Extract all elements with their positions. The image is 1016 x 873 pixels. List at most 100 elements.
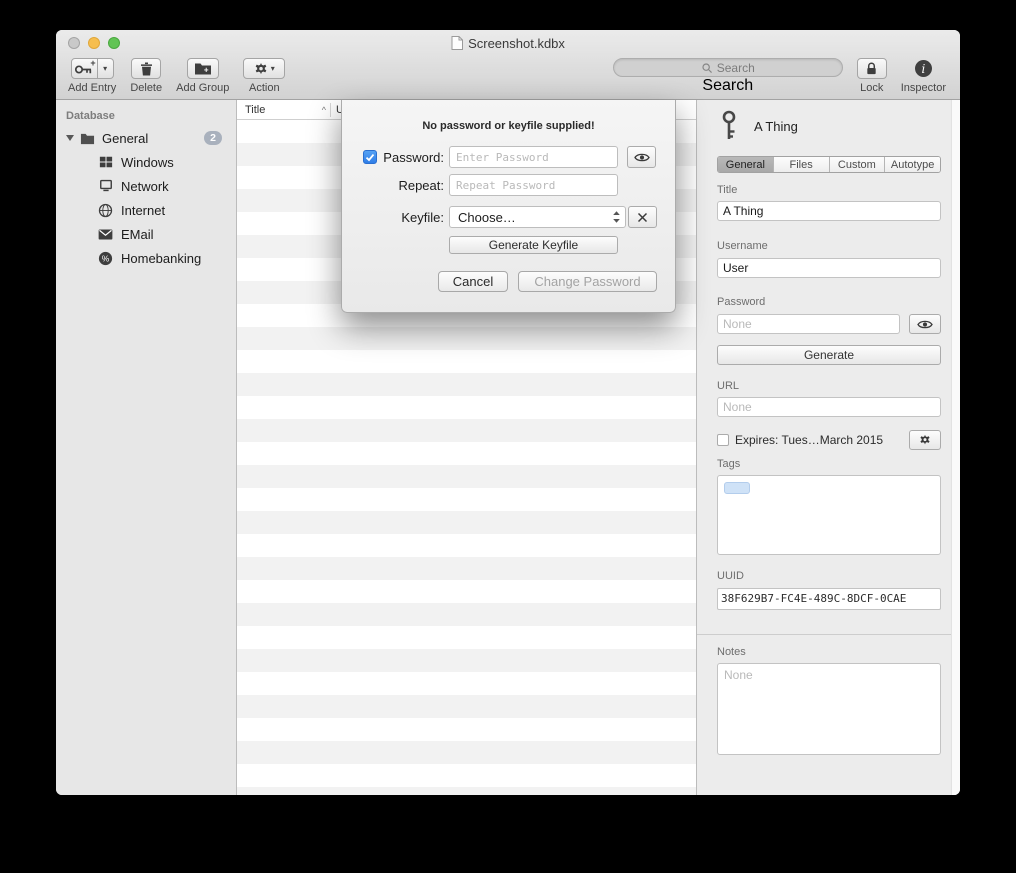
sidebar-group-general[interactable]: General 2 bbox=[56, 126, 236, 150]
windows-icon bbox=[98, 155, 113, 170]
search-placeholder: Search bbox=[717, 61, 755, 75]
entry-header: A Thing bbox=[719, 108, 798, 144]
plus-icon: + bbox=[90, 58, 95, 68]
column-header-title[interactable]: Title ^ bbox=[237, 104, 330, 116]
cancel-button[interactable]: Cancel bbox=[438, 271, 508, 292]
sheet-password-input[interactable] bbox=[449, 146, 618, 168]
inspector-scrollbar[interactable] bbox=[951, 100, 960, 795]
homebanking-icon: % bbox=[98, 251, 113, 266]
delete-label: Delete bbox=[130, 82, 162, 94]
folder-icon bbox=[80, 131, 95, 146]
close-icon bbox=[637, 212, 648, 223]
username-field-label: Username bbox=[717, 240, 768, 252]
window-title: Screenshot.kdbx bbox=[56, 30, 960, 56]
uuid-value: 38F629B7-FC4E-489C-8DCF-0CAE bbox=[721, 592, 906, 605]
sidebar-item-label: Internet bbox=[121, 203, 165, 218]
tag-chip[interactable] bbox=[724, 482, 750, 494]
tags-field[interactable] bbox=[717, 475, 941, 555]
tab-autotype[interactable]: Autotype bbox=[885, 157, 940, 172]
expires-label: Expires: Tues…March 2015 bbox=[735, 433, 883, 447]
minimize-button[interactable] bbox=[88, 37, 100, 49]
window-title-text: Screenshot.kdbx bbox=[468, 36, 565, 51]
app-window: Screenshot.kdbx + ▾ Add Entry Delete bbox=[56, 30, 960, 795]
inspector-tabs: General Files Custom Autotype bbox=[717, 156, 941, 173]
generate-keyfile-button[interactable]: Generate Keyfile bbox=[449, 236, 618, 254]
url-field[interactable] bbox=[717, 397, 941, 417]
sidebar-item-label: EMail bbox=[121, 227, 154, 242]
eye-icon bbox=[634, 152, 650, 163]
generate-password-button[interactable]: Generate bbox=[717, 345, 941, 365]
tab-custom[interactable]: Custom bbox=[830, 157, 886, 172]
sheet-repeat-label: Repeat: bbox=[342, 178, 444, 193]
sidebar-item-internet[interactable]: Internet bbox=[56, 198, 236, 222]
keyfile-popup-value: Choose… bbox=[458, 210, 516, 225]
sort-ascending-icon: ^ bbox=[322, 105, 326, 115]
folder-plus-icon[interactable]: + bbox=[187, 58, 219, 79]
lock-icon[interactable] bbox=[857, 58, 887, 79]
column-title-label: Title bbox=[245, 104, 265, 116]
lock-label: Lock bbox=[860, 82, 883, 94]
chevron-down-icon: ▾ bbox=[271, 64, 275, 73]
add-entry-label: Add Entry bbox=[68, 82, 116, 94]
svg-text:+: + bbox=[204, 66, 209, 75]
inspector-button[interactable]: i Inspector bbox=[901, 58, 946, 94]
gear-icon bbox=[919, 434, 931, 446]
action-button[interactable]: ▾ Action bbox=[243, 58, 285, 94]
sidebar-item-homebanking[interactable]: % Homebanking bbox=[56, 246, 236, 270]
tags-label: Tags bbox=[717, 458, 740, 470]
uuid-field[interactable]: 38F629B7-FC4E-489C-8DCF-0CAE bbox=[717, 588, 941, 610]
toolbar: + ▾ Add Entry Delete + Add Group bbox=[56, 56, 960, 100]
search-icon bbox=[701, 62, 713, 74]
sheet-reveal-password-button[interactable] bbox=[627, 146, 656, 168]
sidebar-item-network[interactable]: Network bbox=[56, 174, 236, 198]
uuid-label: UUID bbox=[717, 570, 744, 582]
sheet-warning-message: No password or keyfile supplied! bbox=[342, 120, 675, 132]
delete-button[interactable]: Delete bbox=[130, 58, 162, 94]
change-password-sheet: No password or keyfile supplied! Passwor… bbox=[341, 100, 676, 313]
username-field[interactable] bbox=[717, 258, 941, 278]
expires-settings-button[interactable] bbox=[909, 430, 941, 450]
close-button[interactable] bbox=[68, 37, 80, 49]
add-entry-button[interactable]: + ▾ Add Entry bbox=[68, 58, 116, 94]
change-password-button[interactable]: Change Password bbox=[518, 271, 657, 292]
search-label: Search bbox=[702, 77, 753, 95]
expires-checkbox[interactable] bbox=[717, 434, 729, 446]
notes-label: Notes bbox=[717, 646, 746, 658]
sheet-keyfile-label: Keyfile: bbox=[342, 210, 444, 225]
chevron-down-icon[interactable]: ▾ bbox=[98, 58, 114, 79]
sidebar-item-label: Homebanking bbox=[121, 251, 201, 266]
info-icon[interactable]: i bbox=[915, 60, 932, 77]
disclosure-triangle-icon[interactable] bbox=[66, 135, 74, 141]
clear-keyfile-button[interactable] bbox=[628, 206, 657, 228]
add-group-button[interactable]: + Add Group bbox=[176, 58, 229, 94]
key-plus-icon[interactable]: + bbox=[71, 58, 98, 79]
gear-icon[interactable]: ▾ bbox=[243, 58, 285, 79]
keyfile-popup-button[interactable]: Choose… bbox=[449, 206, 626, 228]
search-area: Search Search bbox=[613, 58, 843, 95]
lock-button[interactable]: Lock bbox=[857, 58, 887, 94]
sidebar-item-windows[interactable]: Windows bbox=[56, 150, 236, 174]
traffic-lights bbox=[68, 37, 120, 49]
sidebar-item-label: Network bbox=[121, 179, 169, 194]
search-input[interactable]: Search bbox=[613, 58, 843, 77]
title-field[interactable] bbox=[717, 201, 941, 221]
trash-icon[interactable] bbox=[131, 58, 161, 79]
sheet-repeat-input[interactable] bbox=[449, 174, 618, 196]
tab-files[interactable]: Files bbox=[774, 157, 830, 172]
tab-general[interactable]: General bbox=[718, 157, 774, 172]
window-chrome: Screenshot.kdbx + ▾ Add Entry Delete bbox=[56, 30, 960, 100]
entry-count-badge: 2 bbox=[204, 131, 222, 145]
action-label: Action bbox=[249, 82, 280, 94]
document-icon bbox=[451, 36, 463, 50]
notes-field[interactable] bbox=[717, 663, 941, 755]
reveal-password-button[interactable] bbox=[909, 314, 941, 334]
sidebar-item-email[interactable]: EMail bbox=[56, 222, 236, 246]
titlebar: Screenshot.kdbx bbox=[56, 30, 960, 56]
zoom-button[interactable] bbox=[108, 37, 120, 49]
url-field-label: URL bbox=[717, 380, 739, 392]
password-field[interactable] bbox=[717, 314, 900, 334]
popup-stepper-icon bbox=[612, 210, 621, 224]
svg-text:%: % bbox=[102, 253, 110, 263]
inspector-panel: A Thing General Files Custom Autotype Ti… bbox=[696, 100, 960, 795]
sidebar-section-header: Database bbox=[56, 106, 236, 126]
